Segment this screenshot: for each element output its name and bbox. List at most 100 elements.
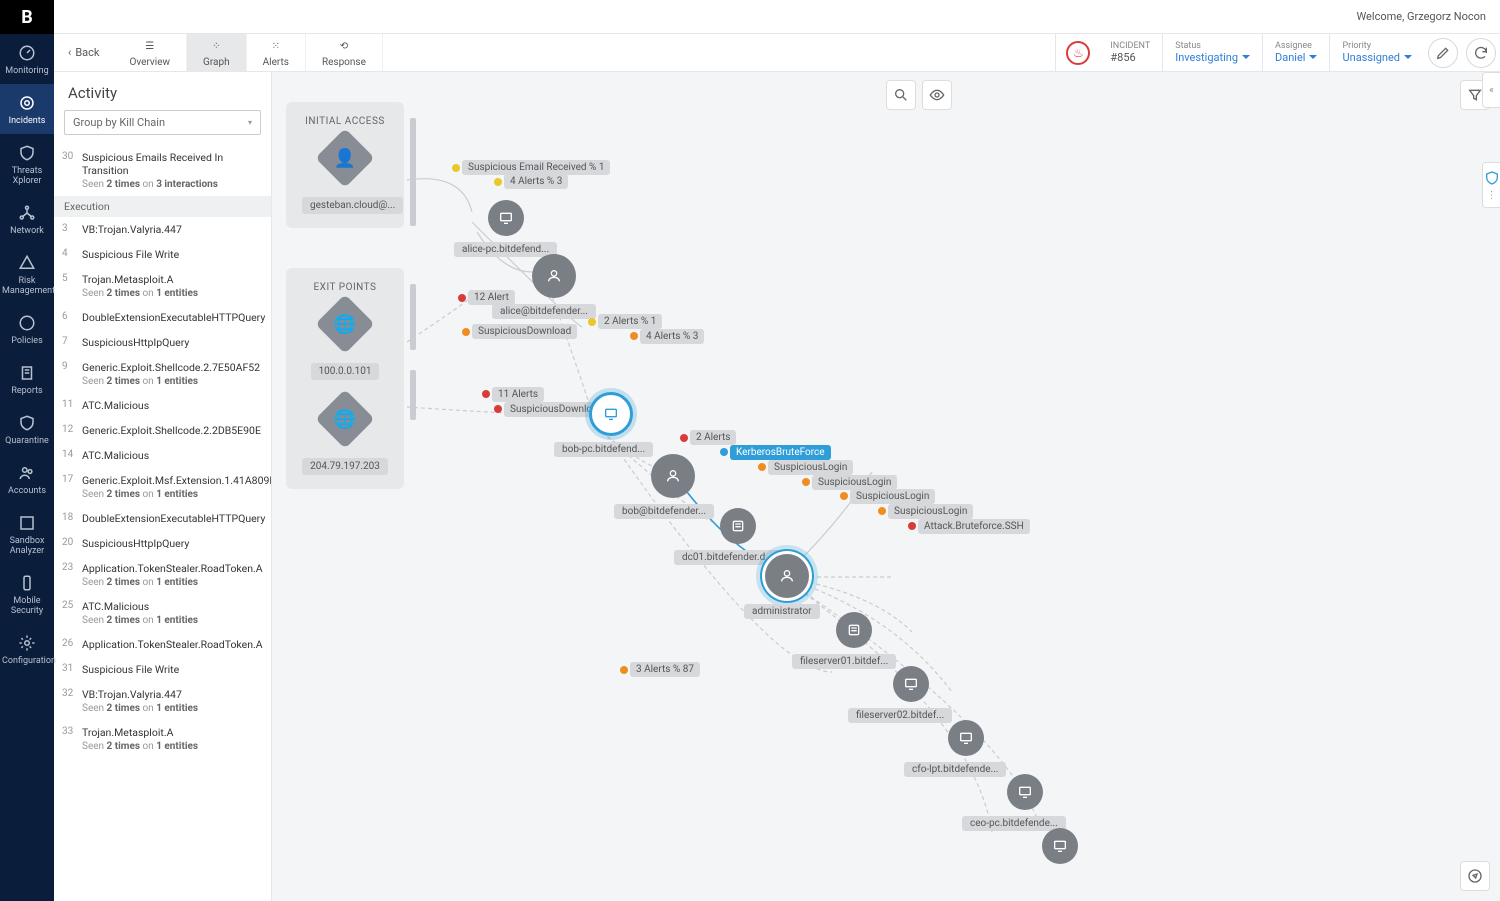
nav-monitoring[interactable]: Monitoring xyxy=(0,34,54,84)
tab-overview[interactable]: ☰Overview xyxy=(113,34,187,71)
node-ceo[interactable]: ceo-pc.bitdefende... xyxy=(984,774,1066,831)
alert-dot[interactable] xyxy=(720,448,728,456)
nav-accounts[interactable]: Accounts xyxy=(0,454,54,504)
activity-item[interactable]: 30Suspicious Emails Received In Transiti… xyxy=(54,145,271,196)
assignee-dropdown[interactable]: Daniel xyxy=(1275,51,1317,64)
alert-dot[interactable] xyxy=(758,463,766,471)
edit-button[interactable] xyxy=(1428,38,1458,68)
globe-icon[interactable]: 🌐 xyxy=(315,294,374,353)
activity-item[interactable]: 18DoubleExtensionExecutableHTTPQuery xyxy=(54,506,271,531)
alert-dot[interactable] xyxy=(482,390,490,398)
node-extra[interactable] xyxy=(1042,828,1078,864)
alert-dot[interactable] xyxy=(462,328,470,336)
activity-item[interactable]: 33Trojan.Metasploit.ASeen 2 times on 1 e… xyxy=(54,720,271,758)
activity-item[interactable]: 6DoubleExtensionExecutableHTTPQuery xyxy=(54,305,271,330)
alert-dot[interactable] xyxy=(494,178,502,186)
alert-tag[interactable]: Attack.Bruteforce.SSH xyxy=(918,519,1030,534)
alert-dot[interactable] xyxy=(620,666,628,674)
graph-canvas[interactable]: « ⋮ INITIAL ACCESS 👤 gesteban.cloud@... … xyxy=(272,72,1500,901)
nav-policies[interactable]: Policies xyxy=(0,304,54,354)
alert-dot[interactable] xyxy=(630,332,638,340)
activity-item[interactable]: 17Generic.Exploit.Msf.Extension.1.41A809… xyxy=(54,468,271,506)
alert-dot[interactable] xyxy=(494,405,502,413)
group-by-select[interactable]: Group by Kill Chain▾ xyxy=(64,110,261,135)
alert-dot[interactable] xyxy=(458,294,466,302)
nav-network[interactable]: Network xyxy=(0,194,54,244)
eye-button[interactable] xyxy=(922,80,952,110)
alert-tag[interactable]: SuspiciousLogin xyxy=(812,475,897,490)
nav-mobile[interactable]: Mobile Security xyxy=(0,564,54,624)
activity-item[interactable]: 11ATC.Malicious xyxy=(54,393,271,418)
activity-item[interactable]: 5Trojan.Metasploit.ASeen 2 times on 1 en… xyxy=(54,267,271,305)
nav-threats[interactable]: Threats Xplorer xyxy=(0,134,54,194)
activity-number: 3 xyxy=(62,223,68,234)
node-bob-pc[interactable]: bob-pc.bitdefend... xyxy=(568,392,653,457)
alert-dot[interactable] xyxy=(878,507,886,515)
activity-item[interactable]: 4Suspicious File Write xyxy=(54,242,271,267)
search-button[interactable] xyxy=(886,80,916,110)
alert-tag[interactable]: 2 Alerts xyxy=(690,430,736,445)
user-shield-icon[interactable]: 👤 xyxy=(315,128,374,187)
compass-button[interactable] xyxy=(1460,861,1490,891)
phase-title: INITIAL ACCESS xyxy=(302,116,388,127)
shield-icon xyxy=(18,144,36,162)
activity-item[interactable]: 9Generic.Exploit.Shellcode.2.7E50AF52See… xyxy=(54,355,271,393)
alert-tag[interactable]: 11 Alerts xyxy=(492,387,544,402)
alert-tag[interactable]: SuspiciousLogin xyxy=(768,460,853,475)
alert-dot[interactable] xyxy=(452,164,460,172)
node-fileserver02[interactable]: fileserver02.bitdef... xyxy=(870,666,952,723)
phase-exit-points: EXIT POINTS 🌐 100.0.0.101 🌐 204.79.197.2… xyxy=(286,268,404,489)
node-cfo[interactable]: cfo-lpt.bitdefende... xyxy=(926,720,1006,777)
alert-tag[interactable]: 2 Alerts % 1 xyxy=(598,314,662,329)
collapse-right-button[interactable]: « xyxy=(1482,72,1500,108)
activity-item[interactable]: 32VB:Trojan.Valyria.447Seen 2 times on 1… xyxy=(54,682,271,720)
node-fileserver01[interactable]: fileserver01.bitdef... xyxy=(812,612,896,669)
alert-tag[interactable]: SuspiciousLogin xyxy=(888,504,973,519)
alert-tag[interactable]: 3 Alerts % 87 xyxy=(630,662,700,677)
tab-alerts[interactable]: ⁙Alerts xyxy=(247,34,306,71)
policies-icon xyxy=(18,314,36,332)
nav-config[interactable]: Configuration xyxy=(0,624,54,674)
alert-tag[interactable]: Suspicious Email Received % 1 xyxy=(462,160,610,175)
alert-dot[interactable] xyxy=(840,492,848,500)
nav-quarantine[interactable]: Quarantine xyxy=(0,404,54,454)
node-alice-pc[interactable]: alice-pc.bitdefend... xyxy=(454,200,557,257)
back-button[interactable]: ‹Back xyxy=(54,46,113,59)
right-flag-button[interactable]: ⋮ xyxy=(1482,162,1500,208)
activity-item[interactable]: 7SuspiciousHttpIpQuery xyxy=(54,330,271,355)
alert-tag[interactable]: SuspiciousLogin xyxy=(850,489,935,504)
alert-dot[interactable] xyxy=(680,434,688,442)
logo[interactable]: B xyxy=(0,0,54,34)
activity-item[interactable]: 14ATC.Malicious xyxy=(54,443,271,468)
nav-risk[interactable]: Risk Management xyxy=(0,244,54,304)
refresh-button[interactable] xyxy=(1466,38,1496,68)
activity-item[interactable]: 20SuspiciousHttpIpQuery xyxy=(54,531,271,556)
node-alice[interactable]: alice@bitdefender... xyxy=(512,254,596,319)
activity-item[interactable]: 25ATC.MaliciousSeen 2 times on 1 entitie… xyxy=(54,594,271,632)
alert-dot[interactable] xyxy=(908,522,916,530)
nav-sandbox[interactable]: Sandbox Analyzer xyxy=(0,504,54,564)
nav-incidents[interactable]: Incidents xyxy=(0,84,54,134)
node-admin[interactable]: administrator xyxy=(754,554,820,619)
activity-item[interactable]: 31Suspicious File Write xyxy=(54,657,271,682)
activity-item[interactable]: 12Generic.Exploit.Shellcode.2.2DB5E90E xyxy=(54,418,271,443)
alert-tag-selected[interactable]: KerberosBruteForce xyxy=(730,445,831,460)
activity-item[interactable]: 23Application.TokenStealer.RoadToken.ASe… xyxy=(54,556,271,594)
priority-dropdown[interactable]: Unassigned xyxy=(1342,51,1412,64)
graph-icon: ⁘ xyxy=(203,41,230,55)
activity-item[interactable]: 26Application.TokenStealer.RoadToken.A xyxy=(54,632,271,657)
alert-tag[interactable]: 12 Alert xyxy=(468,290,515,305)
globe-icon[interactable]: 🌐 xyxy=(315,389,374,448)
alert-tag[interactable]: 4 Alerts % 3 xyxy=(640,329,704,344)
nav-reports[interactable]: Reports xyxy=(0,354,54,404)
tab-graph[interactable]: ⁘Graph xyxy=(187,34,247,71)
activity-phase: Execution xyxy=(54,196,271,217)
alert-dot[interactable] xyxy=(802,478,810,486)
activity-item[interactable]: 3VB:Trojan.Valyria.447 xyxy=(54,217,271,242)
gauge-icon xyxy=(18,44,36,62)
status-dropdown[interactable]: Investigating xyxy=(1175,51,1250,64)
alert-dot[interactable] xyxy=(588,318,596,326)
alert-tag[interactable]: 4 Alerts % 3 xyxy=(504,174,568,189)
alert-tag[interactable]: SuspiciousDownload xyxy=(472,324,577,339)
tab-response[interactable]: ⟲Response xyxy=(306,34,383,71)
